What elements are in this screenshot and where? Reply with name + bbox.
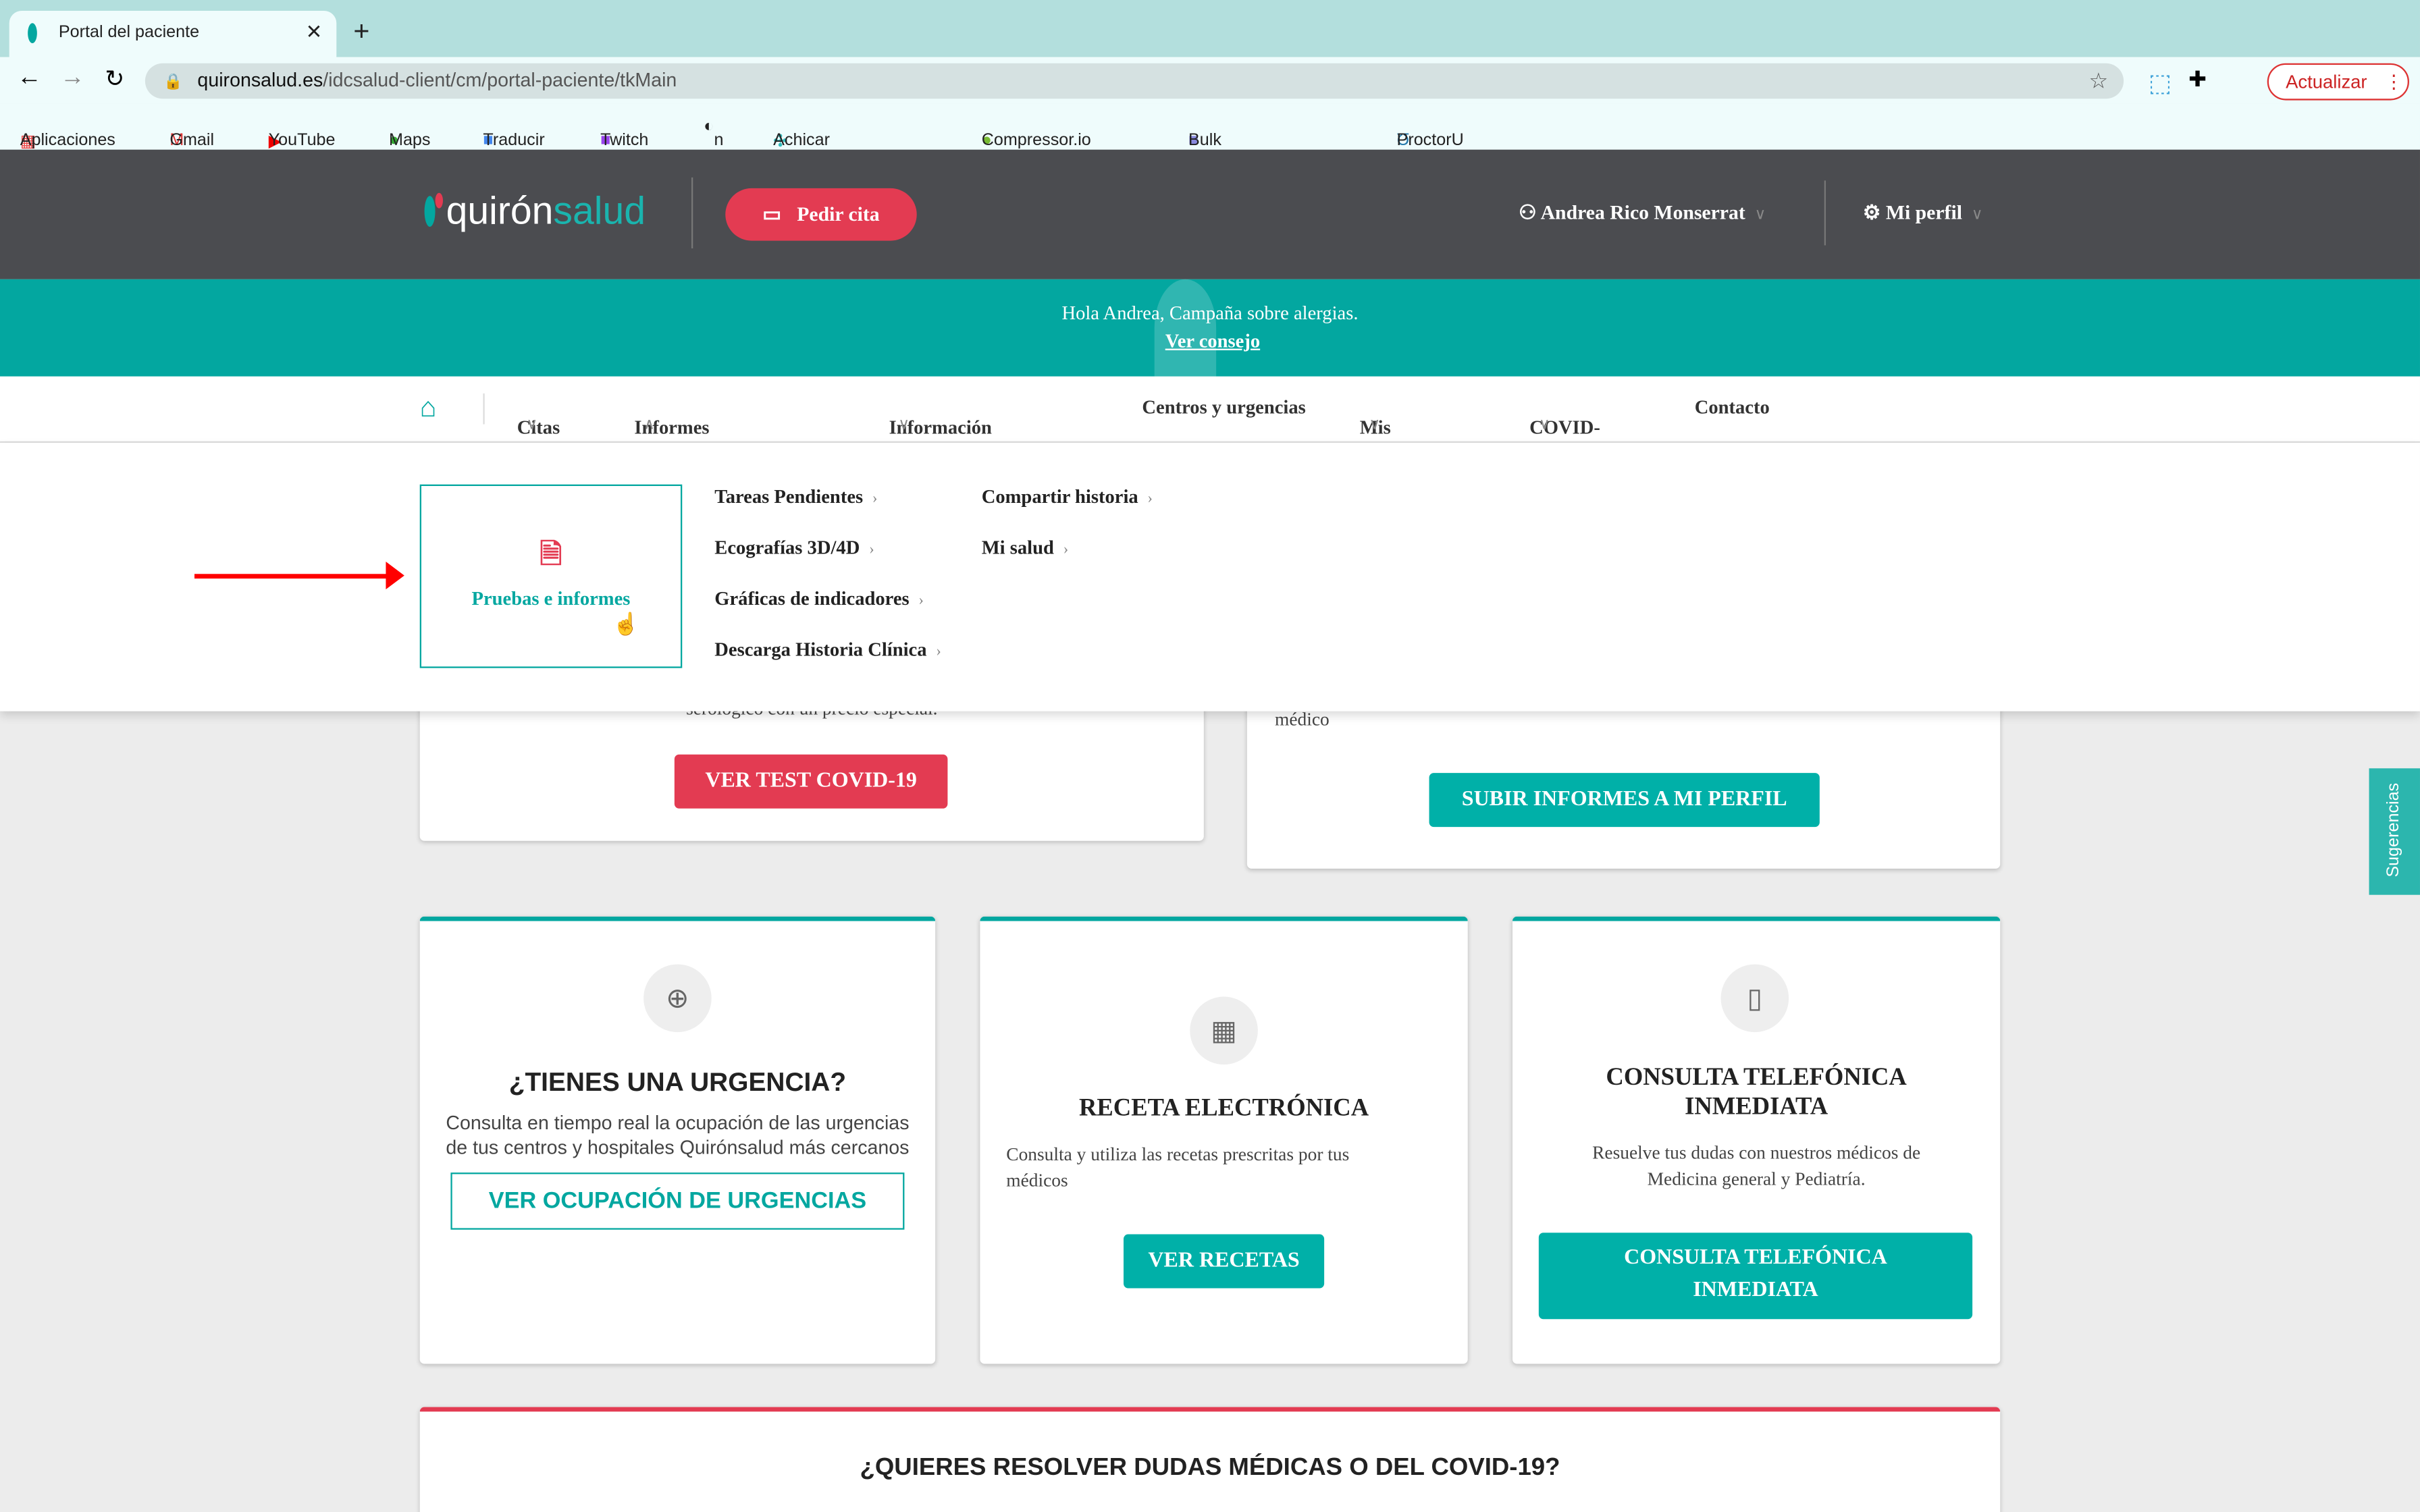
consulta-card: ▯ CONSULTA TELEFÓNICA INMEDIATA Resuelve… — [1512, 916, 2001, 1364]
puzzle-icon[interactable]: ✚ — [2188, 66, 2207, 92]
url-domain: quironsalud.es — [197, 69, 323, 91]
reload-icon[interactable]: ↻ — [105, 65, 124, 92]
campaign-banner: Hola Andrea, Campaña sobre alergias. Ver… — [0, 279, 2420, 377]
divider — [483, 393, 485, 425]
star-icon[interactable]: ☆ — [2089, 63, 2109, 99]
consulta-telefonica-button[interactable]: CONSULTA TELEFÓNICA INMEDIATA — [1538, 1233, 1973, 1320]
bookmarks-bar: ▦ Aplicaciones M Gmail ▶ YouTube ● Maps … — [0, 103, 2420, 187]
informes-dropdown: 🗎 Pruebas e informes ☝ Tareas Pendientes… — [0, 442, 2420, 711]
divider — [691, 177, 693, 248]
bookmark-n[interactable]: ◐ n — [704, 117, 723, 150]
logo-text: quirón — [446, 190, 554, 234]
sugerencias-label: Sugerencias — [2384, 782, 2403, 878]
urgencia-card: ⊕ ¿TIENES UNA URGENCIA? Consulta en tiem… — [419, 916, 936, 1364]
ver-consejo-link[interactable]: Ver consejo — [1165, 330, 1260, 353]
site-header: quirónsalud ▭ Pedir cita ⚇ Andrea Rico Mo… — [0, 149, 2420, 279]
main-nav: ⌂ Citas∨ Informes y resultados∧ Informac… — [0, 376, 2420, 485]
cursor-icon: ☝ — [612, 614, 640, 637]
home-icon[interactable]: ⌂ — [420, 392, 437, 425]
nav-centros[interactable]: Centros y urgencias — [1142, 396, 1305, 419]
address-bar[interactable]: 🔒 quironsalud.es/idcsalud-client/cm/port… — [144, 63, 2124, 99]
subir-informes-button[interactable]: SUBIR INFORMES A MI PERFIL — [1429, 773, 1820, 828]
calendar-icon: ▭ — [762, 202, 782, 225]
new-tab-icon[interactable]: + — [353, 16, 369, 48]
ver-recetas-button[interactable]: VER RECETAS — [1123, 1234, 1325, 1289]
divider — [1824, 180, 1826, 246]
hospital-location-icon: ⊕ — [643, 964, 712, 1033]
pedir-cita-button[interactable]: ▭ Pedir cita — [725, 188, 917, 241]
card-text: Consulta y utiliza las recetas prescrita… — [1006, 1143, 1350, 1191]
gear-icon: ⚙ — [1862, 200, 1881, 224]
leaf-decoration — [1154, 279, 1217, 377]
card-text: Resuelve tus dudas con nuestros médicos … — [1592, 1141, 1921, 1190]
sugerencias-tab[interactable]: Sugerencias — [2369, 768, 2420, 895]
link-ecografias[interactable]: Ecografías 3D/4D › — [714, 537, 874, 560]
card-title: CONSULTA TELEFÓNICA INMEDIATA — [1606, 1064, 1907, 1120]
receta-card: ▦ RECETA ELECTRÓNICA Consulta y utiliza … — [980, 916, 1468, 1364]
profile-menu[interactable]: ⚙ Mi perfil ∨ — [1863, 200, 1983, 225]
link-tareas-pendientes[interactable]: Tareas Pendientes › — [714, 486, 877, 509]
tab-title: Portal del paciente — [58, 23, 200, 42]
card-title: ¿TIENES UNA URGENCIA? — [508, 1067, 847, 1098]
favicon-icon — [28, 23, 37, 43]
ver-ocupacion-button[interactable]: VER OCUPACIÓN DE URGENCIAS — [450, 1172, 905, 1230]
extension-icon[interactable]: ⬚ — [2149, 68, 2172, 99]
tile-label: Pruebas e informes — [471, 587, 631, 610]
browser-tab[interactable]: Portal del paciente ✕ — [9, 10, 337, 57]
annotation-arrow — [194, 574, 396, 579]
link-mi-salud[interactable]: Mi salud › — [982, 537, 1069, 560]
close-tab-icon[interactable]: ✕ — [306, 20, 323, 45]
card-title: RECETA ELECTRÓNICA — [1078, 1095, 1369, 1122]
arrow-head — [386, 561, 404, 590]
link-graficas[interactable]: Gráficas de indicadores › — [714, 588, 924, 611]
card-text: Consulta en tiempo real la ocupación de … — [446, 1112, 910, 1159]
banner-greeting: Hola Andrea, Campaña sobre alergias. — [1061, 302, 1359, 324]
update-button[interactable]: Actualizar ⋮ — [2267, 63, 2409, 101]
ver-test-covid-button[interactable]: VER TEST COVID-19 — [674, 754, 948, 809]
url-path: /idcsalud-client/cm/portal-paciente/tkMa… — [323, 69, 677, 91]
user-menu[interactable]: ⚇ Andrea Rico Monserrat ∨ — [1519, 200, 1766, 225]
forward-icon[interactable]: → — [60, 65, 85, 92]
section-title: ¿QUIERES RESOLVER DUDAS MÉDICAS O DEL CO… — [860, 1455, 1560, 1482]
lock-icon: 🔒 — [163, 74, 183, 91]
phone-icon: ▯ — [1720, 964, 1789, 1033]
back-icon[interactable]: ← — [17, 65, 42, 92]
link-descarga-historia[interactable]: Descarga Historia Clínica › — [714, 639, 941, 662]
dudas-section: ¿QUIERES RESOLVER DUDAS MÉDICAS O DEL CO… — [419, 1407, 2001, 1512]
card-text: médico — [1274, 708, 1330, 730]
update-label: Actualizar — [2286, 71, 2367, 93]
document-icon: 🗎 — [540, 538, 562, 570]
logo-text-accent: salud — [553, 190, 646, 234]
nav-contacto[interactable]: Contacto — [1695, 396, 1770, 419]
qr-code-icon: ▦ — [1190, 996, 1258, 1065]
pruebas-informes-tile[interactable]: 🗎 Pruebas e informes ☝ — [419, 484, 683, 668]
quironsalud-logo[interactable]: quirónsalud — [424, 190, 646, 234]
user-icon: ⚇ — [1519, 200, 1537, 224]
link-compartir-historia[interactable]: Compartir historia › — [982, 486, 1153, 509]
